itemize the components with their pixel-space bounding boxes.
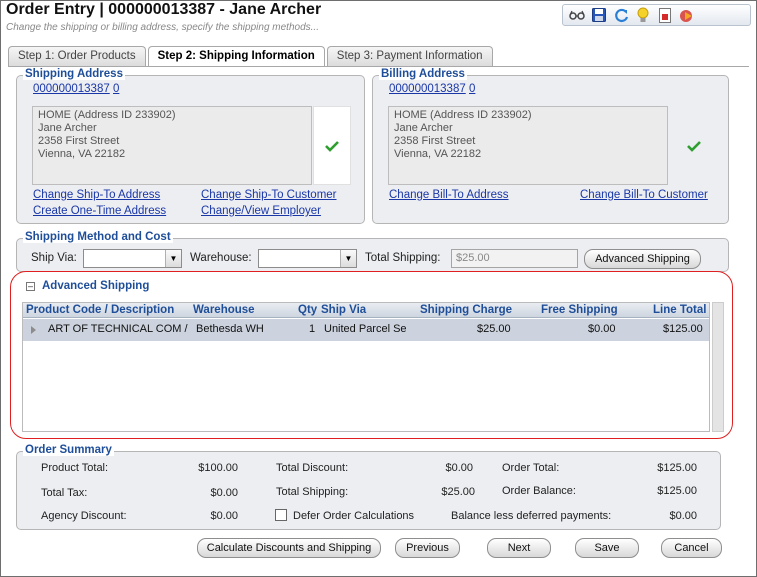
ship-via-select[interactable]: ▼ xyxy=(83,249,182,268)
order-total-value: $125.00 xyxy=(657,462,697,474)
bill-address-line: HOME (Address ID 233902) xyxy=(394,109,532,121)
shipping-address-legend: Shipping Address xyxy=(23,68,125,80)
ship-address-box: HOME (Address ID 233902) Jane Archer 235… xyxy=(32,106,312,185)
col-free-shipping[interactable]: Free Shipping xyxy=(541,304,618,316)
order-balance-value: $125.00 xyxy=(657,485,697,497)
order-balance-label: Order Balance: xyxy=(502,485,576,497)
ship-customer-id-link[interactable]: 000000013387 xyxy=(33,83,110,95)
bill-check-panel xyxy=(675,106,713,185)
warehouse-value xyxy=(259,250,263,262)
total-discount-value: $0.00 xyxy=(445,462,473,474)
page-title: Order Entry | 000000013387 - Jane Archer xyxy=(6,1,322,18)
ship-address-line: HOME (Address ID 233902) xyxy=(38,109,176,121)
exit-icon[interactable] xyxy=(679,7,695,23)
glasses-icon[interactable] xyxy=(569,7,585,23)
table-row[interactable]: ART OF TECHNICAL COM / Bethesda WH 1 Uni… xyxy=(23,319,709,341)
total-shipping-input[interactable]: $25.00 xyxy=(451,249,578,268)
total-discount-label: Total Discount: xyxy=(276,462,349,474)
row-expand-icon[interactable] xyxy=(31,326,36,334)
col-ship-via[interactable]: Ship Via xyxy=(321,304,366,316)
bill-address-line: Jane Archer xyxy=(394,122,453,134)
grid-header: Product Code / Description Warehouse Qty… xyxy=(23,303,709,318)
ship-address-line: 2358 First Street xyxy=(38,135,120,147)
tab-order-products[interactable]: Step 1: Order Products xyxy=(8,46,146,66)
collapse-icon[interactable]: – xyxy=(26,282,35,291)
change-bill-to-address-link[interactable]: Change Bill-To Address xyxy=(389,189,509,201)
chevron-down-icon[interactable]: ▼ xyxy=(165,250,181,267)
ship-index-link[interactable]: 0 xyxy=(113,83,119,95)
product-total-label: Product Total: xyxy=(41,462,109,474)
total-tax-label: Total Tax: xyxy=(41,487,88,499)
next-button[interactable]: Next xyxy=(487,538,551,558)
bill-customer-id-link[interactable]: 000000013387 xyxy=(389,83,466,95)
ship-via-value xyxy=(84,250,88,262)
shipping-address-group: Shipping Address 000000013387 0 HOME (Ad… xyxy=(16,68,365,224)
grid-scrollbar[interactable] xyxy=(712,302,724,432)
report-icon[interactable] xyxy=(657,7,673,23)
create-one-time-address-link[interactable]: Create One-Time Address xyxy=(33,205,166,217)
save-button[interactable]: Save xyxy=(575,538,639,558)
cell-line-total: $125.00 xyxy=(663,323,703,335)
checkmark-icon xyxy=(325,140,339,152)
order-total-label: Order Total: xyxy=(502,462,560,474)
bill-address-box: HOME (Address ID 233902) Jane Archer 235… xyxy=(388,106,668,185)
cell-qty: 1 xyxy=(309,323,316,335)
change-ship-to-address-link[interactable]: Change Ship-To Address xyxy=(33,189,160,201)
advanced-shipping-button[interactable]: Advanced Shipping xyxy=(584,249,701,269)
tab-divider xyxy=(8,66,749,67)
cancel-button[interactable]: Cancel xyxy=(661,538,722,558)
page-subtitle: Change the shipping or billing address, … xyxy=(6,22,319,33)
balance-less-deferred-value: $0.00 xyxy=(669,510,697,522)
ship-address-line: Vienna, VA 22182 xyxy=(38,148,126,160)
col-warehouse[interactable]: Warehouse xyxy=(193,304,255,316)
ship-check-panel xyxy=(313,106,351,185)
balance-less-deferred-label: Balance less deferred payments: xyxy=(451,510,612,522)
col-qty[interactable]: Qty xyxy=(298,304,317,316)
defer-calculations-label: Defer Order Calculations xyxy=(293,510,415,522)
step-tabs: Step 1: Order Products Step 2: Shipping … xyxy=(8,46,493,67)
bill-address-line: Vienna, VA 22182 xyxy=(394,148,482,160)
shipping-method-legend: Shipping Method and Cost xyxy=(23,231,173,243)
cell-product: ART OF TECHNICAL COM / xyxy=(48,323,188,335)
change-view-employer-link[interactable]: Change/View Employer xyxy=(201,205,321,217)
billing-address-legend: Billing Address xyxy=(379,68,467,80)
tab-payment-information[interactable]: Step 3: Payment Information xyxy=(326,46,493,66)
cell-free-shipping: $0.00 xyxy=(588,323,616,335)
change-ship-to-customer-link[interactable]: Change Ship-To Customer xyxy=(201,189,337,201)
save-icon[interactable] xyxy=(591,7,607,23)
agency-discount-value: $0.00 xyxy=(210,510,238,522)
previous-button[interactable]: Previous xyxy=(395,538,460,558)
warehouse-label: Warehouse: xyxy=(190,252,252,264)
cell-shipping-charge: $25.00 xyxy=(477,323,511,335)
bill-address-line: 2358 First Street xyxy=(394,135,476,147)
billing-address-group: Billing Address 000000013387 0 HOME (Add… xyxy=(372,68,729,224)
checkmark-icon xyxy=(687,140,701,152)
tab-shipping-information[interactable]: Step 2: Shipping Information xyxy=(147,46,325,67)
total-shipping-label: Total Shipping: xyxy=(365,252,441,264)
total-tax-value: $0.00 xyxy=(210,487,238,499)
ship-address-line: Jane Archer xyxy=(38,122,97,134)
change-bill-to-customer-link[interactable]: Change Bill-To Customer xyxy=(580,189,708,201)
col-line-total[interactable]: Line Total xyxy=(653,304,706,316)
summary-total-shipping-label: Total Shipping: xyxy=(276,486,349,498)
bill-index-link[interactable]: 0 xyxy=(469,83,475,95)
order-summary-legend: Order Summary xyxy=(23,444,114,456)
calculate-discounts-button[interactable]: Calculate Discounts and Shipping xyxy=(197,538,381,558)
refresh-icon[interactable] xyxy=(613,7,629,23)
col-product[interactable]: Product Code / Description xyxy=(26,304,174,316)
summary-total-shipping-value: $25.00 xyxy=(441,486,475,498)
defer-calculations-checkbox[interactable] xyxy=(275,509,287,521)
toolbar xyxy=(562,4,751,26)
agency-discount-label: Agency Discount: xyxy=(41,510,127,522)
advanced-shipping-title: Advanced Shipping xyxy=(42,280,150,292)
product-total-value: $100.00 xyxy=(198,462,238,474)
cell-warehouse: Bethesda WH xyxy=(196,323,264,335)
chevron-down-icon[interactable]: ▼ xyxy=(340,250,356,267)
cell-ship-via: United Parcel Se xyxy=(324,323,407,335)
lightbulb-icon[interactable] xyxy=(635,7,651,23)
ship-via-label: Ship Via: xyxy=(31,252,77,264)
col-shipping-charge[interactable]: Shipping Charge xyxy=(420,304,512,316)
advanced-shipping-grid: Product Code / Description Warehouse Qty… xyxy=(22,302,710,432)
warehouse-select[interactable]: ▼ xyxy=(258,249,357,268)
